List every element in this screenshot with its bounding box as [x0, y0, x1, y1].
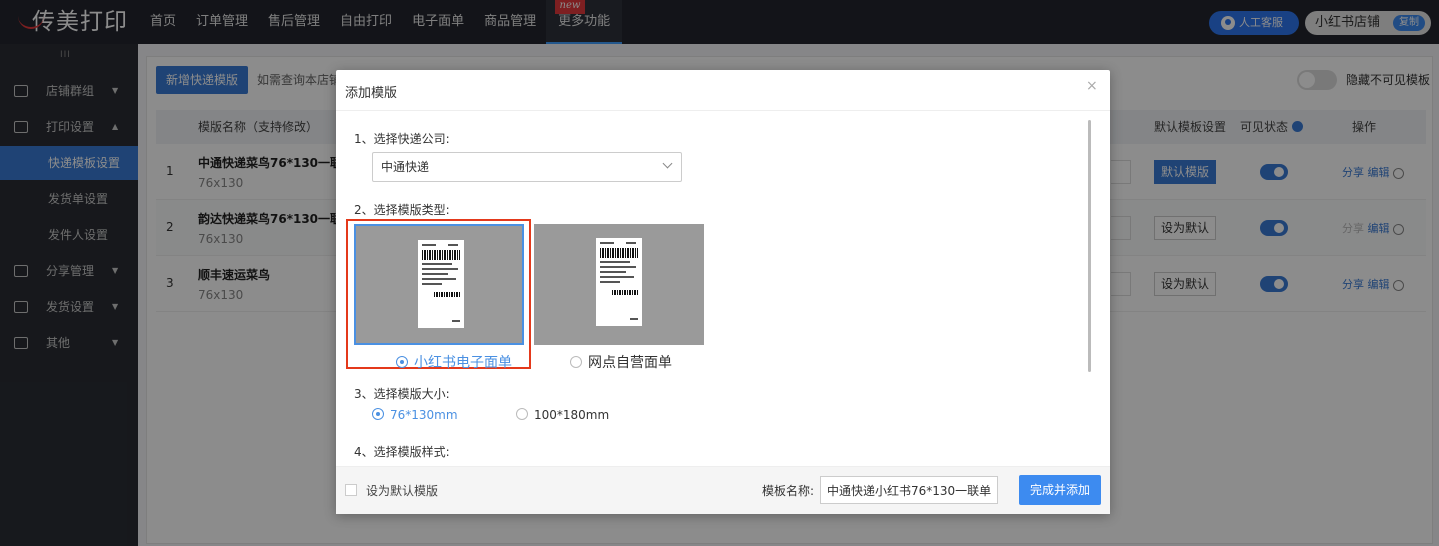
company-select-value: 中通快递	[381, 160, 430, 174]
company-select[interactable]: 中通快递	[372, 152, 682, 182]
type-radio-outlet[interactable]: 网点自营面单	[570, 352, 672, 372]
dialog-divider	[336, 110, 1110, 111]
radio-checked-icon	[396, 356, 408, 368]
type-radio-xhs[interactable]: 小红书电子面单	[396, 352, 512, 372]
set-default-checkbox[interactable]	[345, 484, 357, 496]
template-name-input[interactable]	[820, 476, 998, 504]
finish-add-button[interactable]: 完成并添加	[1019, 475, 1101, 505]
waybill-preview-icon	[418, 240, 464, 328]
waybill-preview-icon	[596, 238, 642, 326]
set-default-label: 设为默认模版	[366, 484, 439, 498]
type-card-xhs[interactable]	[354, 224, 524, 345]
template-name-label: 模板名称:	[762, 484, 815, 498]
radio-unchecked-icon	[516, 408, 528, 420]
step-select-size: 3、选择模版大小:	[354, 387, 450, 401]
step-select-type: 2、选择模版类型:	[354, 203, 450, 217]
type-radio-label: 小红书电子面单	[414, 355, 512, 371]
size-radio-label: 100*180mm	[534, 408, 610, 422]
size-radio-76x130[interactable]: 76*130mm	[372, 408, 458, 422]
type-radio-label: 网点自营面单	[588, 355, 672, 371]
add-template-dialog: 添加模版 × 1、选择快递公司: 中通快递 2、选择模版类型: 小红书电子面单 …	[336, 70, 1110, 514]
step-select-style: 4、选择模版样式:	[354, 445, 450, 459]
dialog-scrollbar[interactable]	[1088, 120, 1091, 372]
dialog-title: 添加模版	[345, 86, 398, 101]
close-icon[interactable]: ×	[1086, 78, 1098, 94]
size-radio-100x180[interactable]: 100*180mm	[516, 408, 609, 422]
radio-unchecked-icon	[570, 356, 582, 368]
radio-checked-icon	[372, 408, 384, 420]
type-card-outlet[interactable]	[534, 224, 704, 345]
step-select-company: 1、选择快递公司:	[354, 132, 450, 146]
size-radio-label: 76*130mm	[390, 408, 458, 422]
chevron-down-icon	[662, 158, 673, 169]
dialog-footer: 设为默认模版 模板名称: 完成并添加	[336, 466, 1110, 514]
